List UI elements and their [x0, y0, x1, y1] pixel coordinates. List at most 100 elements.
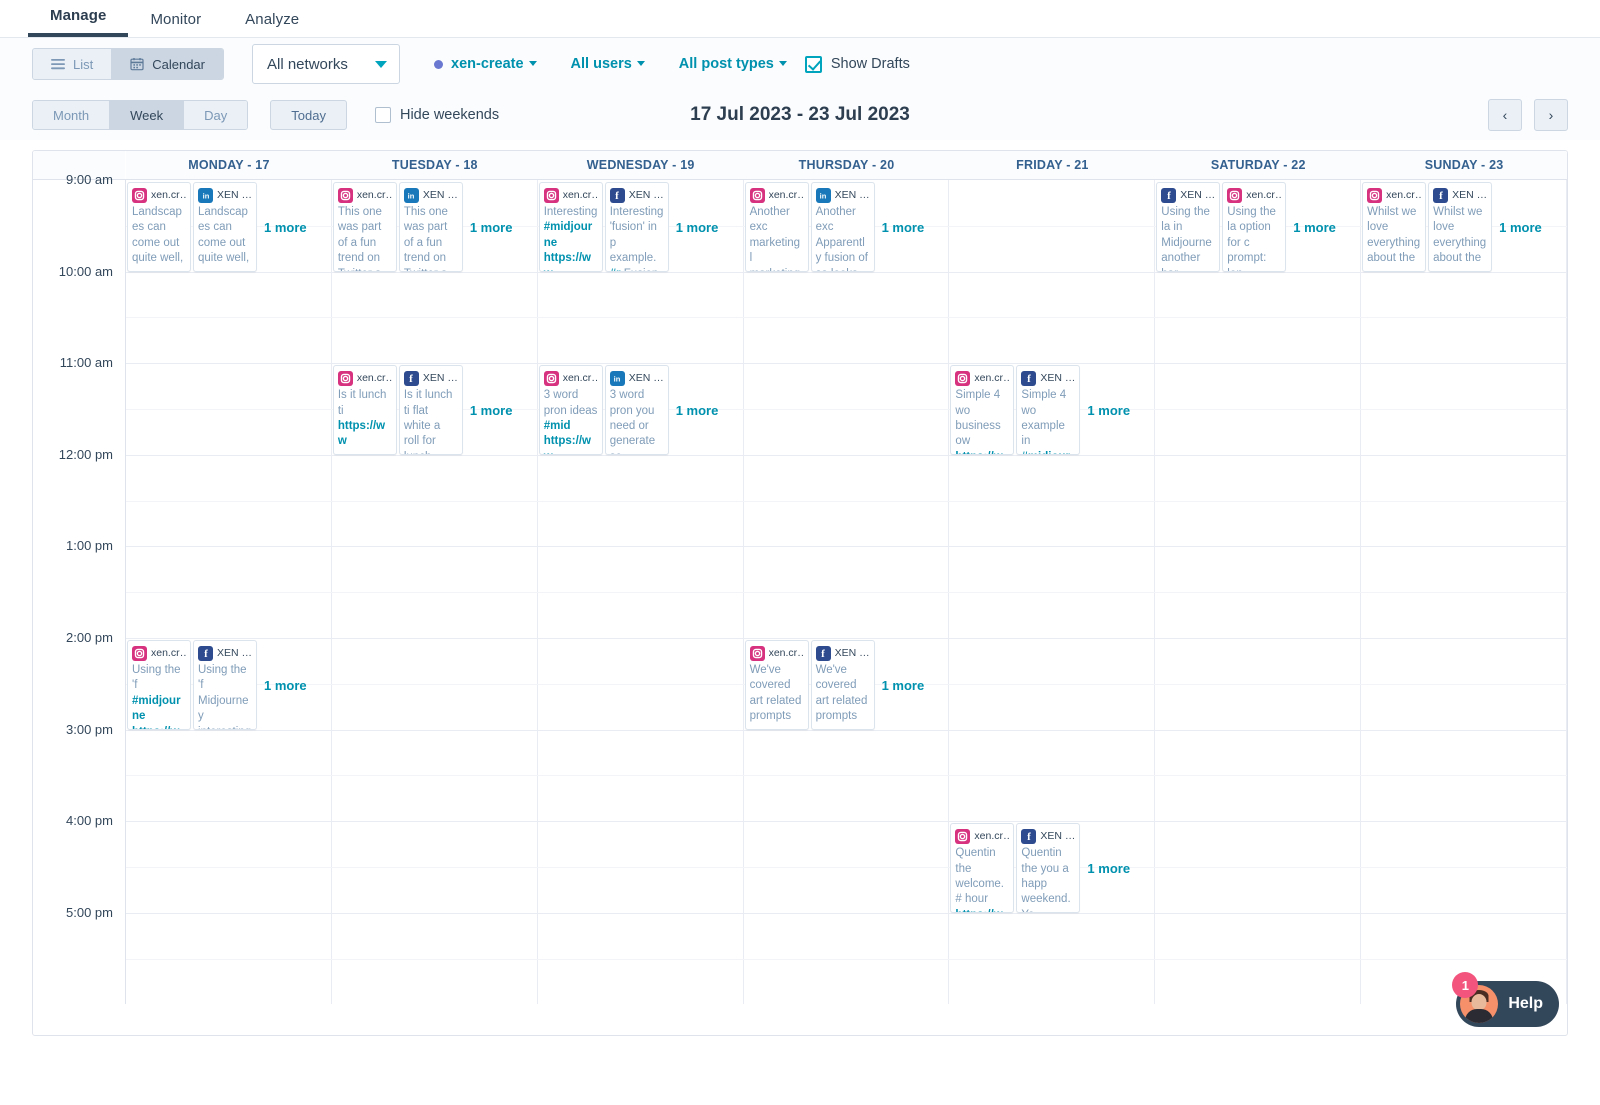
calendar-event[interactable]: f XEN … We've covered art related prompts: [810, 640, 875, 730]
calendar-event[interactable]: xen.cr… Interesting #midjourne https://ww: [538, 182, 603, 272]
event-body: Simple 4 wo business ow https://ww: [955, 389, 1005, 454]
calendar-event[interactable]: in XEN … Landscapes can come out quite wel…: [193, 182, 257, 272]
more-events-link[interactable]: 1 more: [1499, 220, 1542, 235]
calendar-event[interactable]: xen.cr… Quentin the welcome. # hour https…: [950, 823, 1015, 914]
event-account: XEN …: [217, 189, 253, 201]
more-events-link[interactable]: 1 more: [264, 678, 307, 693]
range-toggle-week[interactable]: Week: [110, 101, 185, 129]
next-week-button[interactable]: ›: [1534, 99, 1568, 131]
chevron-down-icon: [636, 60, 645, 66]
more-events-link[interactable]: 1 more: [676, 220, 719, 235]
calendar-event[interactable]: xen.cr… Landscapes can come out quite wel…: [127, 182, 191, 272]
calendar-event[interactable]: in XEN … 3 word pron you need or generate …: [604, 365, 669, 456]
range-toggle-month-label: Month: [53, 107, 90, 123]
calendar-event[interactable]: xen.cr… Using the 'f #midjourne https://w…: [127, 640, 191, 730]
calendar-event[interactable]: in XEN … Another exc Apparently fusion of …: [810, 182, 875, 272]
nav-tab-analyze[interactable]: Analyze: [223, 11, 321, 37]
calendar-icon: [130, 57, 144, 71]
instagram-icon: [337, 370, 353, 386]
prev-week-button[interactable]: ‹: [1488, 99, 1522, 131]
instagram-icon: [132, 645, 147, 661]
more-events-link[interactable]: 1 more: [470, 220, 513, 235]
calendar-event[interactable]: xen.cr… We've covered art related prompts: [744, 640, 809, 730]
more-events-link[interactable]: 1 more: [470, 403, 513, 418]
calendar-event[interactable]: f XEN … Is it lunch ti flat white a roll f…: [398, 365, 463, 456]
calendar-event[interactable]: xen.cr… This one was part of a fun trend …: [332, 182, 397, 272]
event-header: f XEN …: [194, 641, 256, 663]
event-header: f XEN …: [1017, 366, 1079, 388]
users-filter[interactable]: All users: [571, 56, 645, 72]
event-account: xen.cr…: [356, 189, 393, 201]
hour-row-4: 1:00 pm: [33, 538, 1567, 638]
nav-tab-monitor[interactable]: Monitor: [128, 11, 223, 37]
network-select[interactable]: All networks: [252, 44, 400, 84]
range-toggle-week-label: Week: [130, 107, 164, 123]
post-types-filter[interactable]: All post types: [679, 56, 787, 72]
event-body: Quentin the you a happ weekend. Yo #midj…: [1021, 847, 1071, 912]
view-toggle-calendar[interactable]: Calendar: [112, 49, 223, 79]
more-events-link[interactable]: 1 more: [264, 220, 307, 235]
event-account: XEN …: [628, 189, 664, 201]
hour-label-5: 2:00 pm: [66, 629, 113, 645]
event-header: in XEN …: [400, 183, 462, 205]
calendar-event[interactable]: f XEN … Quentin the you a happ weekend. Yo…: [1016, 823, 1081, 914]
range-toggle-month[interactable]: Month: [33, 101, 111, 129]
event-group: xen.cr… Quentin the welcome. # hour https…: [950, 823, 1279, 914]
calendar-event[interactable]: in XEN … This one was part of a fun trend …: [398, 182, 463, 272]
view-toggle-list[interactable]: List: [33, 49, 113, 79]
event-header: f XEN …: [1017, 824, 1079, 846]
help-widget[interactable]: 1 Help: [1452, 972, 1559, 1027]
nav-tab-manage[interactable]: Manage: [28, 7, 129, 37]
event-account: XEN …: [834, 647, 870, 659]
post-types-filter-label: All post types: [678, 56, 774, 72]
day-header-3: THURSDAY - 20: [798, 158, 895, 172]
facebook-icon: f: [815, 645, 831, 661]
calendar-event[interactable]: f XEN … Simple 4 wo example in #midjourne …: [1016, 365, 1081, 456]
hour-label-3: 12:00 pm: [58, 446, 113, 462]
event-body: This one was part of a fun trend on Twit…: [403, 206, 448, 271]
hour-label-1: 10:00 am: [58, 263, 113, 279]
event-body: Interesting 'fusion' in p example. #r Fu…: [609, 206, 667, 271]
event-account: xen.cr…: [356, 372, 393, 385]
event-body: We've covered art related prompts: [815, 664, 871, 723]
calendar-event[interactable]: f XEN … Interesting 'fusion' in p example.…: [604, 182, 669, 272]
event-body: Another exc marketing l marketing https:…: [749, 206, 801, 271]
calendar-event[interactable]: xen.cr… Is it lunch ti https://ww: [332, 365, 397, 456]
show-drafts-checkbox[interactable]: [804, 55, 822, 73]
hide-weekends-checkbox[interactable]: [374, 107, 391, 123]
more-events-link[interactable]: 1 more: [1087, 861, 1130, 876]
instagram-icon: [132, 187, 147, 203]
svg-text:f: f: [615, 190, 619, 201]
hide-weekends-label: Hide weekends: [399, 107, 500, 123]
time-gutter-cell: 5:00 pm: [33, 905, 126, 1005]
today-button[interactable]: Today: [270, 100, 347, 130]
more-events-link[interactable]: 1 more: [882, 678, 925, 693]
calendar-event[interactable]: f XEN … Using the 'f Midjourney interestin…: [193, 640, 257, 730]
svg-text:f: f: [821, 648, 825, 659]
more-events-link[interactable]: 1 more: [1087, 403, 1130, 418]
chevron-down-icon: [528, 60, 537, 66]
calendar-event[interactable]: xen.cr… Whilst we love everything about t…: [1362, 182, 1427, 272]
event-body: This one was part of a fun trend on Twit…: [337, 206, 382, 271]
more-events-link[interactable]: 1 more: [1293, 220, 1336, 235]
calendar-event[interactable]: xen.cr… Another exc marketing l marketing…: [744, 182, 809, 272]
more-events-link[interactable]: 1 more: [882, 220, 925, 235]
range-toggle-day[interactable]: Day: [184, 101, 248, 129]
more-events-link[interactable]: 1 more: [676, 403, 719, 418]
time-gutter-cell: 3:00 pm: [33, 722, 126, 822]
facebook-icon: f: [403, 370, 419, 386]
calendar-event[interactable]: f XEN … Whilst we love everything about th…: [1428, 182, 1493, 272]
calendar-event[interactable]: xen.cr… Simple 4 wo business ow https://w…: [950, 365, 1015, 456]
event-account: XEN …: [834, 189, 870, 201]
linkedin-icon: in: [403, 187, 419, 203]
calendar-event[interactable]: f XEN … Using the la in Midjourne another …: [1156, 182, 1221, 272]
range-toggle: Month Week Day: [32, 100, 249, 130]
view-toggle-list-label: List: [73, 56, 94, 72]
calendar-event[interactable]: xen.cr… 3 word pron ideas #mid https://ww: [538, 365, 603, 456]
event-account: XEN …: [1040, 830, 1076, 843]
half-hour-divider: [126, 958, 1567, 960]
event-header: xen.cr…: [746, 183, 808, 205]
account-filter[interactable]: xen-create: [434, 56, 537, 72]
calendar-event[interactable]: xen.cr… Using the la option for c prompt:…: [1222, 182, 1287, 272]
facebook-icon: f: [1021, 828, 1037, 844]
